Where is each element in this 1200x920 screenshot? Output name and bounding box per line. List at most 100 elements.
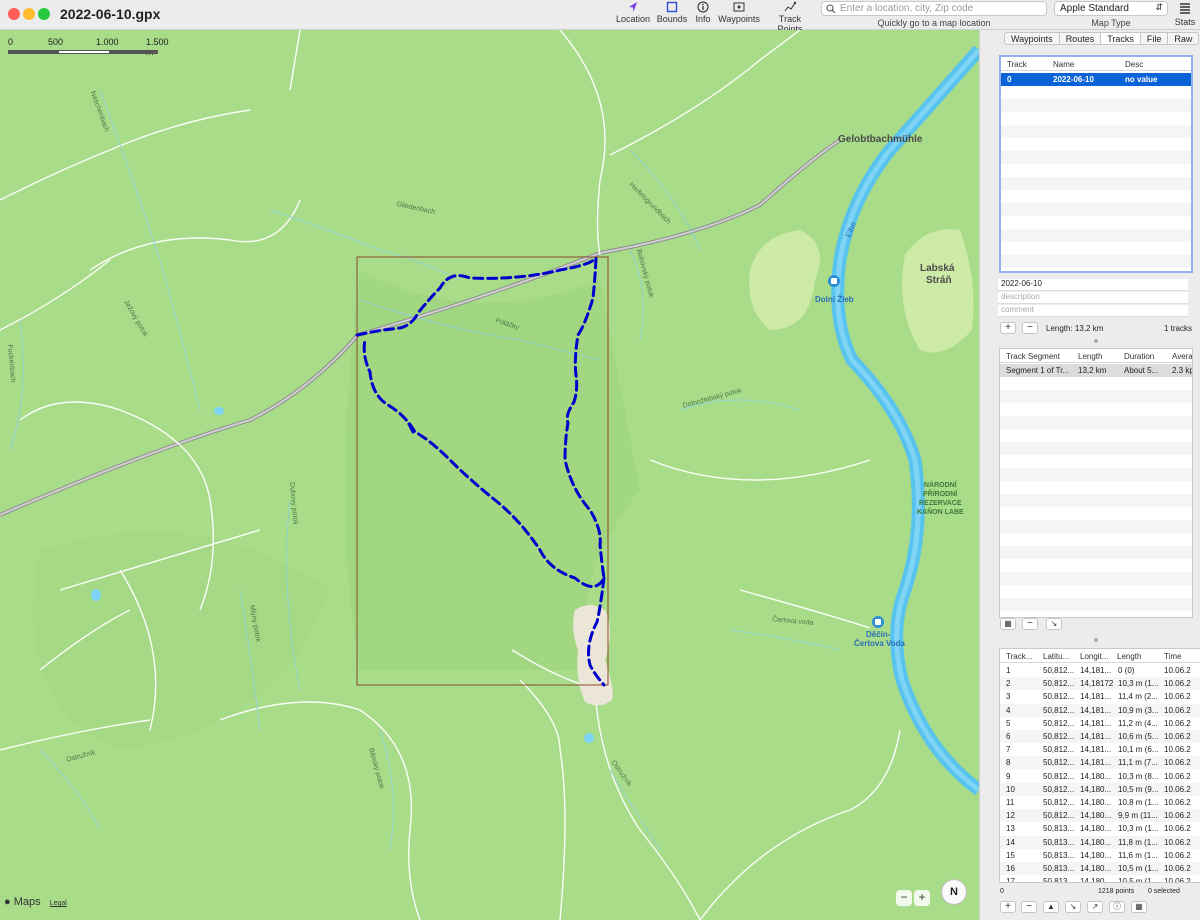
sidebar: Waypoints Routes Tracks File Raw Track N… [979, 30, 1200, 920]
point-cell: 11,2 m (4... [1118, 718, 1158, 728]
close-window-button[interactable] [8, 8, 20, 20]
zoom-window-button[interactable] [38, 8, 50, 20]
point-row[interactable]: 12 50,812... 14,180... 9,9 m (11... 10.06.2 [1000, 809, 1200, 823]
point-cell: 10.06.2 [1164, 864, 1191, 873]
info-circle-icon [697, 1, 709, 13]
col-point-length[interactable]: Length [1117, 652, 1141, 661]
point-row[interactable]: 5 50,812... 14,181... 11,2 m (4... 10.06.2 [1000, 716, 1200, 730]
point-row[interactable]: 9 50,812... 14,180... 10,3 m (8... 10.06.2 [1000, 769, 1200, 783]
zoom-out-button[interactable]: − [896, 890, 912, 906]
col-time[interactable]: Time [1164, 652, 1181, 661]
col-track-segment[interactable]: Track Segment [1006, 352, 1060, 361]
points-table[interactable]: Track... Latitu... Longit... Length Time… [999, 648, 1200, 883]
tab-file[interactable]: File [1141, 33, 1169, 44]
waypoints-button[interactable]: Waypoints [718, 1, 760, 24]
point-cell: 11 [1006, 798, 1015, 807]
point-cell: 14,181... [1080, 705, 1112, 715]
point-row[interactable]: 7 50,812... 14,181... 10,1 m (6... 10.06.2 [1000, 743, 1200, 757]
remove-point-button[interactable]: − [1021, 901, 1037, 913]
waypoints-label: Waypoints [718, 14, 760, 24]
point-cell: 14,180... [1080, 824, 1112, 834]
point-row[interactable]: 17 50,813... 14,180... 10,5 m (1... 10.06.2 [1000, 875, 1200, 882]
col-duration[interactable]: Duration [1124, 352, 1154, 361]
point-cell: 10,6 m (5... [1118, 732, 1159, 741]
track-description-field[interactable]: description [998, 292, 1188, 304]
point-cell: 50,812... [1043, 811, 1075, 821]
track-comment-field[interactable]: comment [998, 305, 1188, 317]
location-search-input[interactable]: Enter a location, city, Zip code [821, 1, 1047, 16]
point-row[interactable]: 3 50,812... 14,181... 11,4 m (2... 10.06.2 [1000, 690, 1200, 704]
point-row[interactable]: 13 50,813... 14,180... 10,3 m (1... 10.06.2 [1000, 822, 1200, 836]
split-handle[interactable] [1094, 339, 1098, 343]
col-average[interactable]: Avera [1172, 352, 1192, 361]
point-cell: 50,813... [1043, 864, 1075, 873]
col-track[interactable]: Track [1007, 60, 1027, 69]
split-handle-2[interactable] [1094, 638, 1098, 642]
points-selected: 0 selected [1148, 888, 1180, 895]
track-name-field[interactable]: 2022-06-10 [998, 279, 1188, 291]
point-cell: 13 [1006, 824, 1015, 834]
tab-waypoints[interactable]: Waypoints [1005, 33, 1060, 44]
point-cell: 11,6 m (1... [1118, 850, 1158, 860]
point-cell: 10,5 m (1... [1118, 864, 1159, 873]
point-row[interactable]: 4 50,812... 14,181... 10,9 m (3... 10.06.2 [1000, 703, 1200, 717]
point-cell: 50,812... [1043, 798, 1075, 807]
point-row[interactable]: 1 50,812... 14,181... 0 (0) 10.06.2 [1000, 664, 1200, 677]
tab-routes[interactable]: Routes [1060, 33, 1102, 44]
track-row[interactable]: 0 2022-06-10 no value [1001, 73, 1191, 86]
segment-row-average: 2.3 kp [1172, 366, 1192, 375]
stats-button[interactable]: Stats [1174, 1, 1196, 27]
point-cell: 14,181... [1080, 666, 1112, 675]
tracks-table[interactable]: Track Name Desc 0 2022-06-10 no value [999, 55, 1193, 273]
point-cell: 14 [1006, 837, 1015, 847]
col-length[interactable]: Length [1078, 352, 1102, 361]
chart-line-icon[interactable]: ↗ [1087, 901, 1103, 913]
show-on-map-button[interactable]: ▦ [1000, 618, 1016, 630]
col-track-point[interactable]: Track... [1006, 652, 1032, 661]
chevron-updown-icon: ⇵ [1155, 2, 1163, 12]
expand-segment-button[interactable]: ↘ [1046, 618, 1062, 630]
point-cell: 50,812... [1043, 718, 1075, 728]
point-row[interactable]: 10 50,812... 14,180... 10,5 m (9... 10.06.2 [1000, 782, 1200, 796]
elevation-icon[interactable]: ▲ [1043, 901, 1059, 913]
split-track-icon[interactable]: ↘ [1065, 901, 1081, 913]
minimize-window-button[interactable] [23, 8, 35, 20]
col-name[interactable]: Name [1053, 60, 1074, 69]
track-row-track: 0 [1007, 75, 1012, 84]
add-track-button[interactable]: + [1000, 322, 1016, 334]
point-row[interactable]: 15 50,813... 14,180... 11,6 m (1... 10.06.2 [1000, 848, 1200, 862]
map-type-select[interactable]: Apple Standard ⇵ [1054, 1, 1168, 16]
reserve-label-1: NÁRODNÍ [924, 482, 957, 489]
segments-table[interactable]: Track Segment Length Duration Avera Segm… [999, 348, 1193, 618]
col-longitude[interactable]: Longit... [1080, 652, 1108, 661]
info-button[interactable]: Info [693, 1, 713, 24]
remove-track-button[interactable]: − [1022, 322, 1038, 334]
location-button[interactable]: Location [614, 1, 652, 24]
point-row[interactable]: 2 50,812... 14,18172 10,3 m (1... 10.06.2 [1000, 677, 1200, 691]
segment-row-length: 13,2 km [1078, 366, 1107, 375]
col-desc[interactable]: Desc [1125, 60, 1143, 69]
bounds-label: Bounds [656, 14, 688, 24]
point-cell: 10,9 m (3... [1118, 705, 1159, 715]
point-info-icon[interactable]: ⓘ [1109, 901, 1125, 913]
point-row[interactable]: 11 50,812... 14,180... 10,8 m (1... 10.06.2 [1000, 796, 1200, 809]
map-view[interactable]: 0 500 1.000 1.500 m Gelobtbachmühle Labs… [0, 30, 979, 920]
tab-tracks[interactable]: Tracks [1101, 33, 1141, 44]
point-row[interactable]: 6 50,812... 14,181... 10,6 m (5... 10.06.2 [1000, 730, 1200, 743]
show-map-icon[interactable]: ▦ [1131, 901, 1147, 913]
segment-row-duration: About 5... [1124, 366, 1159, 375]
zoom-in-button[interactable]: + [914, 890, 930, 906]
segment-row[interactable]: Segment 1 of Tr... 13,2 km About 5... 2.… [1000, 364, 1192, 377]
legal-link[interactable]: Legal [50, 900, 67, 907]
point-row[interactable]: 8 50,812... 14,181... 11,1 m (7... 10.06.2 [1000, 756, 1200, 770]
point-row[interactable]: 14 50,813... 14,180... 11,8 m (1... 10.06.2 [1000, 835, 1200, 849]
tab-raw[interactable]: Raw [1168, 33, 1198, 44]
remove-segment-button[interactable]: − [1022, 618, 1038, 630]
point-cell: 0 (0) [1118, 666, 1135, 675]
col-latitude[interactable]: Latitu... [1043, 652, 1069, 661]
add-point-button[interactable]: + [1000, 901, 1016, 913]
bounds-button[interactable]: Bounds [656, 1, 688, 24]
scale-label-1000: 1.000 [96, 37, 119, 47]
point-row[interactable]: 16 50,813... 14,180... 10,5 m (1... 10.06.2 [1000, 862, 1200, 875]
compass-button[interactable]: N [941, 879, 967, 905]
